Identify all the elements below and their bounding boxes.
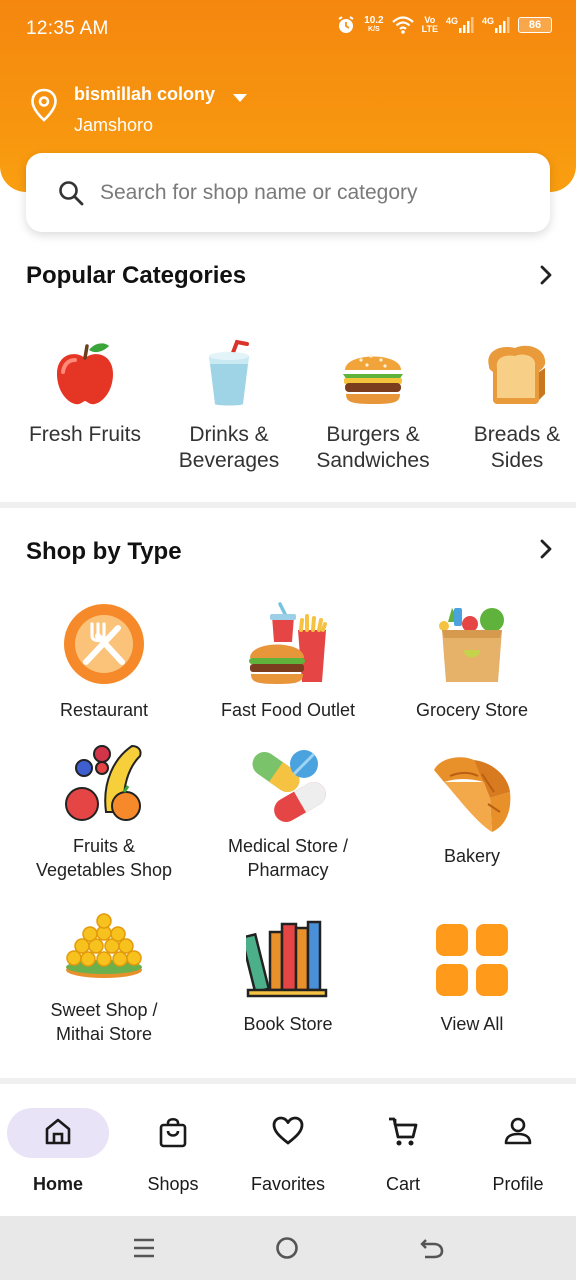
fruits-icon xyxy=(65,744,142,821)
shop-type-medical-pharmacy[interactable]: Medical Store / Pharmacy xyxy=(198,742,378,882)
section-divider xyxy=(0,502,576,508)
category-drinks-beverages[interactable]: Drinks & Beverages xyxy=(159,338,299,474)
home-icon xyxy=(3,1116,113,1146)
nav-cart[interactable]: Cart xyxy=(348,1106,458,1202)
back-icon[interactable] xyxy=(420,1236,444,1265)
sim1-signal-icon: 4G xyxy=(446,17,474,33)
status-icons: 10.2 K/S Vo LTE 4G 4G 86 xyxy=(336,15,552,35)
bread-icon xyxy=(488,345,546,404)
nav-label: Home xyxy=(32,1174,83,1194)
shopping-bag-icon xyxy=(118,1116,228,1148)
location-subtitle: Jamshoro xyxy=(74,115,154,135)
shop-type-label: Bakery xyxy=(443,846,501,866)
shop-type-grocery-store[interactable]: Grocery Store xyxy=(382,602,562,722)
shop-type-label: View All xyxy=(440,1014,504,1034)
croissant-icon xyxy=(434,757,511,832)
fast-food-icon xyxy=(249,602,327,684)
status-bar: 12:35 AM 10.2 K/S Vo LTE 4G 4G 86 xyxy=(0,0,576,58)
category-label: Burgers & Sandwiches xyxy=(316,423,430,472)
search-bar[interactable]: Search for shop name or category xyxy=(26,153,550,232)
location-selector[interactable]: bismillah colony Jamshoro xyxy=(30,84,430,140)
bottom-navigation: Home Shops Favorites Cart Profile xyxy=(0,1084,576,1216)
shop-type-label: Fruits & Vegetables Shop xyxy=(35,836,173,880)
home-button-icon[interactable] xyxy=(275,1236,299,1265)
shop-type-book-store[interactable]: Book Store xyxy=(198,918,378,1036)
shop-type-fast-food-outlet[interactable]: Fast Food Outlet xyxy=(198,602,378,722)
status-time: 12:35 AM xyxy=(26,18,109,39)
search-icon xyxy=(58,180,84,211)
wifi-icon xyxy=(391,16,414,34)
sim2-signal-icon: 4G xyxy=(482,17,510,33)
grid-icon xyxy=(436,924,508,996)
pills-icon xyxy=(252,750,326,822)
nav-label: Profile xyxy=(492,1174,544,1194)
category-burgers-sandwiches[interactable]: Burgers & Sandwiches xyxy=(303,338,443,474)
category-breads-sides[interactable]: Breads & Sides xyxy=(447,338,576,474)
apple-icon xyxy=(57,343,113,405)
shop-type-label: Sweet Shop / Mithai Store xyxy=(50,1000,158,1044)
nav-label: Favorites xyxy=(250,1174,326,1194)
recent-apps-icon[interactable] xyxy=(132,1236,156,1265)
shop-type-label: Grocery Store xyxy=(415,700,529,720)
sweets-icon xyxy=(66,913,142,978)
category-label: Drinks & Beverages xyxy=(178,423,280,472)
net-speed: 10.2 K/S xyxy=(364,15,384,34)
battery-icon: 86 xyxy=(518,17,552,33)
drink-cup-icon xyxy=(209,339,249,406)
grocery-bag-icon xyxy=(439,608,504,682)
books-icon xyxy=(246,920,328,998)
shop-by-type-title: Shop by Type xyxy=(26,538,182,565)
volte-indicator: Vo LTE xyxy=(421,15,438,34)
popular-categories-title: Popular Categories xyxy=(26,262,247,289)
nav-favorites[interactable]: Favorites xyxy=(233,1106,343,1202)
nav-label: Cart xyxy=(385,1174,420,1194)
alarm-icon xyxy=(336,15,356,35)
category-fresh-fruits[interactable]: Fresh Fruits xyxy=(15,338,155,448)
heart-icon xyxy=(233,1116,343,1146)
location-pin-icon xyxy=(30,88,58,127)
shop-type-label: Book Store xyxy=(243,1014,333,1034)
burger-icon xyxy=(343,354,403,404)
cart-icon xyxy=(348,1116,458,1148)
shop-type-sweet-shop[interactable]: Sweet Shop / Mithai Store xyxy=(14,912,194,1046)
shop-type-bakery[interactable]: Bakery xyxy=(382,752,562,868)
nav-shops[interactable]: Shops xyxy=(118,1106,228,1202)
shop-type-label: Restaurant xyxy=(59,700,149,720)
person-icon xyxy=(463,1116,573,1146)
location-title: bismillah colony xyxy=(74,84,216,104)
shop-type-label: Fast Food Outlet xyxy=(220,700,356,720)
category-label: Breads & Sides xyxy=(473,423,561,472)
search-placeholder: Search for shop name or category xyxy=(100,181,418,204)
system-navigation-bar xyxy=(0,1216,576,1280)
shop-type-restaurant[interactable]: Restaurant xyxy=(14,602,194,722)
nav-label: Shops xyxy=(147,1174,199,1194)
shop-type-view-all[interactable]: View All xyxy=(382,924,562,1036)
shop-by-type-chevron-right-icon[interactable] xyxy=(538,538,554,565)
shop-type-fruits-vegetables[interactable]: Fruits & Vegetables Shop xyxy=(14,742,194,882)
chevron-down-icon xyxy=(232,90,248,108)
restaurant-icon xyxy=(64,604,144,684)
popular-categories-chevron-right-icon[interactable] xyxy=(538,264,554,291)
category-label: Fresh Fruits xyxy=(28,423,141,446)
nav-home[interactable]: Home xyxy=(3,1106,113,1202)
nav-profile[interactable]: Profile xyxy=(463,1106,573,1202)
shop-type-label: Medical Store / Pharmacy xyxy=(227,836,349,880)
